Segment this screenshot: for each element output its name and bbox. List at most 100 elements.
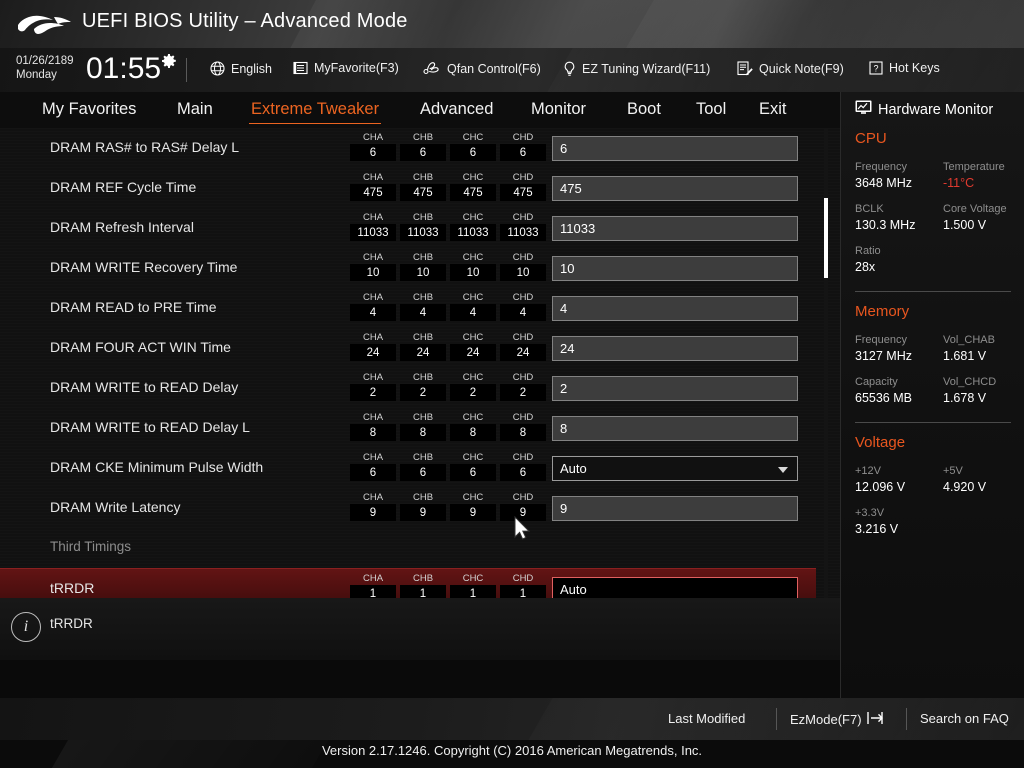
channel-name: CHA <box>350 372 396 384</box>
info-icon: i <box>11 612 41 642</box>
channel-chb: CHB1 <box>400 573 446 598</box>
hwmon-entry-value: 3.216 V <box>855 522 898 536</box>
settings-value-input[interactable]: 10 <box>552 256 798 281</box>
weekday-text: Monday <box>16 68 74 82</box>
hwmon-entry-key: Vol_CHAB <box>943 334 995 346</box>
settings-row-label: tRRDR <box>50 580 94 596</box>
settings-row-label: DRAM Refresh Interval <box>50 219 194 235</box>
tab-tool[interactable]: Tool <box>694 92 728 128</box>
channel-value: 475 <box>350 184 396 201</box>
scrollbar-thumb[interactable] <box>824 198 828 278</box>
settings-row[interactable]: DRAM Refresh IntervalCHA11033CHB11033CHC… <box>0 208 816 248</box>
toolbar-item-language[interactable]: English <box>210 61 272 76</box>
tab-extreme-tweaker[interactable]: Extreme Tweaker <box>249 92 381 128</box>
settings-row[interactable]: DRAM Write LatencyCHA9CHB9CHC9CHD99 <box>0 488 816 528</box>
channel-value: 24 <box>350 344 396 361</box>
tab-monitor[interactable]: Monitor <box>529 92 588 128</box>
channel-chd: CHD6 <box>500 452 546 481</box>
toolbar-item-ez-tuning[interactable]: EZ Tuning Wizard(F11) <box>563 61 710 77</box>
channel-value: 2 <box>450 384 496 401</box>
settings-value-input[interactable]: 2 <box>552 376 798 401</box>
tab-advanced[interactable]: Advanced <box>418 92 495 128</box>
toolbar-item-label: Quick Note(F9) <box>759 62 844 76</box>
channel-chb: CHB10 <box>400 252 446 281</box>
tab-my-favorites[interactable]: My Favorites <box>40 92 138 128</box>
hwmon-entry-value: 3648 MHz <box>855 176 912 190</box>
channel-name: CHA <box>350 412 396 424</box>
toolbar-item-label: English <box>231 62 272 76</box>
settings-value-text: 4 <box>560 301 567 316</box>
channel-value: 1 <box>450 585 496 598</box>
title-bar: UEFI BIOS Utility – Advanced Mode <box>0 0 1024 48</box>
settings-row[interactable]: DRAM FOUR ACT WIN TimeCHA24CHB24CHC24CHD… <box>0 328 816 368</box>
tab-main[interactable]: Main <box>175 92 215 128</box>
toolbar: 01/26/2189 Monday 01:55 English MyFavori… <box>0 48 1024 92</box>
settings-value-input[interactable]: 24 <box>552 336 798 361</box>
channel-name: CHD <box>500 292 546 304</box>
channel-value: 4 <box>450 304 496 321</box>
tab-boot[interactable]: Boot <box>625 92 663 128</box>
settings-value-dropdown[interactable]: Auto <box>552 456 798 481</box>
settings-value-text: 10 <box>560 261 574 276</box>
channel-value: 4 <box>400 304 446 321</box>
toolbar-item-myfavorite[interactable]: MyFavorite(F3) <box>293 61 399 75</box>
settings-section-header: Third Timings <box>0 528 816 568</box>
toolbar-item-qfan[interactable]: Qfan Control(F6) <box>423 61 541 76</box>
channel-name: CHD <box>500 573 546 585</box>
channel-value: 11033 <box>350 224 396 241</box>
settings-row[interactable]: DRAM RAS# to RAS# Delay LCHA6CHB6CHC6CHD… <box>0 128 816 168</box>
channel-chd: CHD8 <box>500 412 546 441</box>
toolbar-divider <box>186 58 187 82</box>
settings-value-input[interactable]: 475 <box>552 176 798 201</box>
settings-row[interactable]: DRAM CKE Minimum Pulse WidthCHA6CHB6CHC6… <box>0 448 816 488</box>
channel-value: 6 <box>400 144 446 161</box>
channel-value: 6 <box>350 144 396 161</box>
tab-exit[interactable]: Exit <box>757 92 789 128</box>
channel-chd: CHD11033 <box>500 212 546 241</box>
channel-cha: CHA9 <box>350 492 396 521</box>
toolbar-item-hot-keys[interactable]: ? Hot Keys <box>869 61 940 75</box>
settings-row[interactable]: DRAM REF Cycle TimeCHA475CHB475CHC475CHD… <box>0 168 816 208</box>
channel-name: CHD <box>500 172 546 184</box>
settings-row-label: DRAM REF Cycle Time <box>50 179 196 195</box>
channel-name: CHB <box>400 172 446 184</box>
channel-chb: CHB11033 <box>400 212 446 241</box>
hwmon-entry-key: Core Voltage <box>943 203 1007 215</box>
toolbar-item-quick-note[interactable]: Quick Note(F9) <box>737 61 844 76</box>
settings-value-input[interactable]: 9 <box>552 496 798 521</box>
channel-name: CHC <box>450 292 496 304</box>
settings-row[interactable]: DRAM WRITE to READ DelayCHA2CHB2CHC2CHD2… <box>0 368 816 408</box>
settings-row[interactable]: DRAM WRITE Recovery TimeCHA10CHB10CHC10C… <box>0 248 816 288</box>
settings-value-input[interactable]: Auto <box>552 577 798 598</box>
gear-icon[interactable] <box>162 54 176 68</box>
hardware-monitor-title-label: Hardware Monitor <box>878 102 993 118</box>
channel-chb: CHB2 <box>400 372 446 401</box>
last-modified-button[interactable]: Last Modified <box>668 711 745 726</box>
settings-value-text: Auto <box>560 461 587 476</box>
settings-row[interactable]: DRAM WRITE to READ Delay LCHA8CHB8CHC8CH… <box>0 408 816 448</box>
hwmon-entry-key: BCLK <box>855 203 884 215</box>
channel-value: 10 <box>450 264 496 281</box>
rog-logo-icon <box>14 8 74 40</box>
channel-cha: CHA8 <box>350 412 396 441</box>
channel-name: CHC <box>450 132 496 144</box>
settings-value-input[interactable]: 11033 <box>552 216 798 241</box>
hwmon-entry-key: Capacity <box>855 376 898 388</box>
channel-value: 10 <box>500 264 546 281</box>
search-faq-button[interactable]: Search on FAQ <box>920 711 1009 726</box>
settings-value-input[interactable]: 6 <box>552 136 798 161</box>
channel-chd: CHD475 <box>500 172 546 201</box>
clock-text: 01:55 <box>86 50 161 88</box>
channel-chc: CHC11033 <box>450 212 496 241</box>
settings-row[interactable]: tRRDRCHA1CHB1CHC1CHD1Auto <box>0 568 816 598</box>
settings-value-text: 2 <box>560 381 567 396</box>
channel-value: 8 <box>350 424 396 441</box>
channel-value: 11033 <box>400 224 446 241</box>
settings-row[interactable]: DRAM READ to PRE TimeCHA4CHB4CHC4CHD44 <box>0 288 816 328</box>
ezmode-button[interactable]: EzMode(F7) <box>790 711 887 728</box>
toolbar-item-label: Qfan Control(F6) <box>447 62 541 76</box>
settings-value-input[interactable]: 8 <box>552 416 798 441</box>
hwmon-entry-value: 1.681 V <box>943 349 986 363</box>
channel-value: 4 <box>500 304 546 321</box>
settings-value-input[interactable]: 4 <box>552 296 798 321</box>
